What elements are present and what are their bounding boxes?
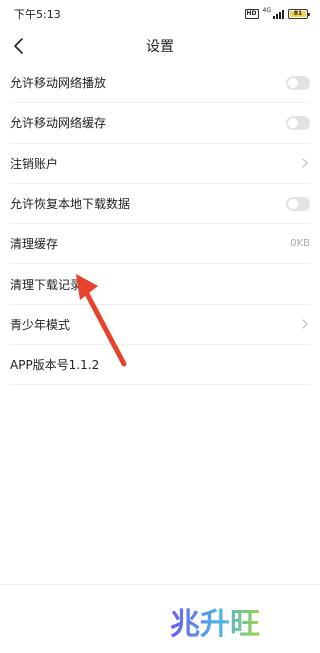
settings-list: 允许移动网络播放 允许移动网络缓存 注销账户允许恢复本地下载数据 清理缓存 0KB 清理下… [0,63,320,386]
watermark-logo: 兆升旺 [170,607,260,642]
settings-row[interactable]: 允许移动网络缓存 [10,103,310,144]
status-time: 下午5:13 [14,8,61,21]
settings-screen: 下午5:13 HD 4G 81 设置 允许移动网络播放 允许移动网络缓存 注销账户允… [0,0,320,653]
chevron-left-icon[interactable] [12,37,26,55]
settings-row[interactable]: 注销账户 [10,144,310,184]
chevron-right-icon [302,319,308,330]
nav-bar: 设置 [0,28,320,64]
toggle-knob [288,198,298,209]
page-title: 设置 [146,39,174,55]
settings-row[interactable]: APP版本号1.1.2 [10,345,310,386]
settings-row-value: 0KB [290,238,310,250]
settings-row[interactable]: 允许恢复本地下载数据 [10,184,310,225]
settings-row-label: 清理缓存 [10,237,59,252]
settings-row-label: 允许移动网络播放 [10,76,107,91]
network-type-label: 4G [262,7,271,14]
toggle-knob [288,117,298,128]
status-icons: HD 4G 81 [244,7,310,19]
status-bar: 下午5:13 HD 4G 81 [0,0,320,28]
settings-row[interactable]: 青少年模式 [10,305,310,346]
toggle-switch[interactable] [286,75,310,90]
battery-level: 81 [290,11,306,17]
annotation-arrow-icon [76,274,127,367]
settings-row[interactable]: 允许移动网络播放 [10,63,310,104]
settings-row-label: 注销账户 [10,156,59,171]
hd-badge: HD [244,9,259,19]
chevron-right-icon [302,158,308,168]
toggle-switch[interactable] [286,196,310,211]
settings-row[interactable]: 清理缓存 0KB [10,224,310,265]
settings-row-label: 允许恢复本地下载数据 [10,197,131,212]
toggle-knob [288,77,298,88]
svg-text:兆升旺: 兆升旺 [170,607,260,642]
battery-icon: 81 [288,9,310,19]
settings-row[interactable]: 清理下载记录 [10,264,310,305]
bottom-divider [0,584,320,585]
toggle-switch[interactable] [286,115,310,130]
signal-icon [273,9,284,19]
settings-row-label: 允许移动网络缓存 [10,116,107,131]
settings-row-label: 青少年模式 [10,317,71,332]
